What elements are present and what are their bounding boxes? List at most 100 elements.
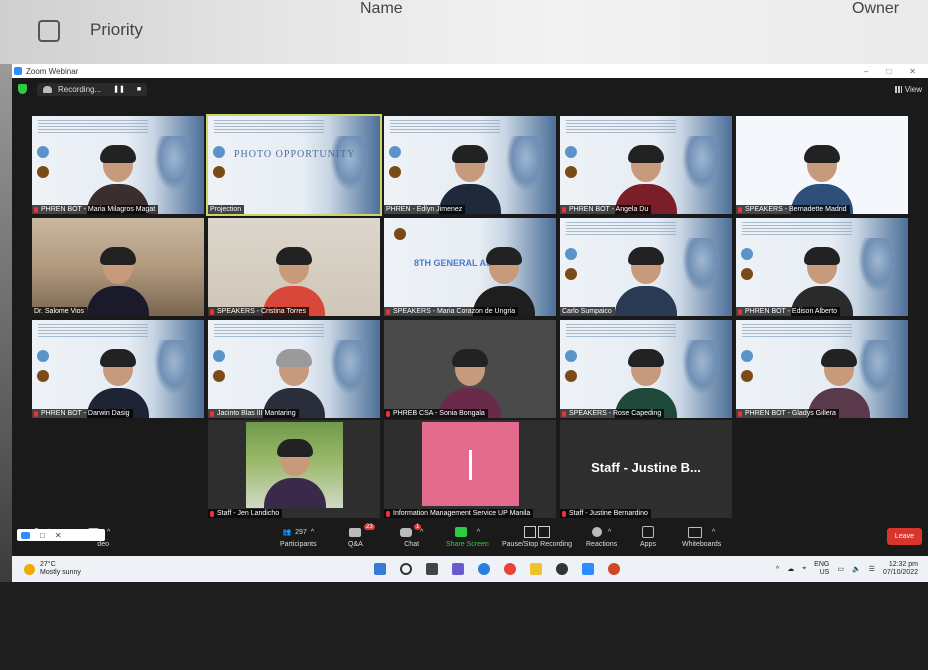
onedrive-icon[interactable]: ☁ — [787, 565, 794, 573]
qa-label: Q&A — [348, 541, 363, 548]
stop-icon — [538, 526, 551, 538]
participants-button[interactable]: 👥 297 ^ Participants — [280, 526, 317, 549]
window-title: Zoom Webinar — [26, 66, 79, 76]
background-edge — [0, 64, 12, 670]
view-button[interactable]: View — [894, 84, 922, 94]
windows-taskbar: 27°C Mostly sunny ^ ☁ ⌖ ENG US ▭ 🔈 ☰ 12:3… — [12, 556, 928, 582]
display-icon[interactable]: ▭ — [837, 565, 844, 573]
close-icon[interactable]: ✕ — [909, 67, 916, 76]
participant-name: Staff - Justine Bernardino — [560, 509, 651, 518]
video-tile[interactable]: Carlo Sumpaico — [560, 218, 732, 316]
chevron-up-icon: ^ — [712, 528, 716, 536]
reactions-button[interactable]: ^ Reactions — [586, 526, 617, 548]
cloud-record-icon — [43, 85, 52, 93]
owner-column-header: Owner — [852, 0, 900, 17]
muted-mic-icon — [738, 410, 742, 417]
maximize-icon[interactable]: □ — [886, 67, 891, 76]
video-tile[interactable]: Dr. Salome Vios — [32, 218, 204, 316]
video-tile[interactable]: PHREB CSA - Sonia Bongala — [384, 320, 556, 418]
video-tile[interactable]: Staff - Justine B... Staff - Justine Ber… — [560, 420, 732, 518]
chevron-up-icon: ^ — [107, 528, 111, 536]
chrome-icon[interactable] — [504, 563, 516, 575]
window-titlebar: Zoom Webinar – □ ✕ — [12, 64, 928, 78]
app-icon[interactable] — [556, 563, 568, 575]
video-tile[interactable]: Jacinto Blas III Mantaring — [208, 320, 380, 418]
powerpoint-icon[interactable] — [608, 563, 620, 575]
muted-mic-icon — [738, 308, 742, 315]
teams-icon[interactable] — [452, 563, 464, 575]
clock[interactable]: 12:32 pm 07/10/2022 — [883, 561, 918, 577]
location-icon[interactable]: ⌖ — [802, 565, 806, 573]
chevron-up-icon: ^ — [420, 528, 424, 536]
participants-count: 297 — [295, 528, 307, 536]
stop-recording-icon[interactable]: ■ — [137, 86, 141, 93]
minimized-video-window[interactable]: □ ✕ — [17, 529, 105, 541]
video-tile[interactable]: SPEAKERS - Cristina Torres — [208, 218, 380, 316]
video-tile[interactable]: SPEAKERS - Bernadette Madrid — [736, 116, 908, 214]
participant-name: PHREB CSA - Sonia Bongala — [384, 409, 488, 418]
reactions-label: Reactions — [586, 541, 618, 548]
qa-button[interactable]: 23 Q&A — [348, 524, 375, 548]
video-tile-active[interactable]: PHOTO OPPORTUNITY Projection — [206, 114, 382, 216]
participant-name: Carlo Sumpaico — [560, 307, 615, 316]
view-label: View — [904, 84, 922, 94]
video-tile[interactable]: PHREN BOT - Darwin Dasig — [32, 320, 204, 418]
minimize-icon[interactable]: – — [864, 67, 868, 76]
video-tile[interactable]: SPEAKERS - Rose Capeding — [560, 320, 732, 418]
video-label: deo — [97, 541, 109, 548]
language-indicator[interactable]: ENG US — [814, 561, 829, 577]
reactions-icon — [591, 527, 602, 537]
muted-mic-icon — [386, 410, 390, 417]
chat-button[interactable]: ^ 1 Chat — [400, 524, 424, 548]
chevron-up-icon[interactable]: ^ — [776, 566, 779, 573]
edge-icon[interactable] — [478, 563, 490, 575]
participant-name: SPEAKERS - Bernadette Madrid — [736, 205, 850, 214]
video-tile[interactable]: PHREN BOT - Maria Milagros Magat — [32, 116, 204, 214]
leave-button[interactable]: Leave — [886, 528, 922, 545]
whiteboards-button[interactable]: ^ Whiteboards — [682, 526, 721, 548]
muted-mic-icon — [34, 206, 38, 213]
muted-mic-icon — [562, 206, 566, 213]
zoom-icon[interactable] — [582, 563, 594, 575]
background-app: Priority Name Owner — [0, 0, 928, 64]
participant-name: Jacinto Blas III Mantaring — [208, 409, 299, 418]
network-icon[interactable]: ☰ — [869, 565, 875, 573]
video-tile[interactable]: PHREN BOT - Gladys Gillera — [736, 320, 908, 418]
video-tile[interactable]: Information Management Service UP Manila — [384, 420, 556, 518]
priority-label: Priority — [90, 20, 143, 39]
grid-view-icon — [894, 85, 902, 93]
qa-icon — [349, 527, 362, 537]
sun-icon — [24, 563, 35, 575]
pause-recording-icon[interactable]: ❚❚ — [113, 85, 125, 93]
task-view-icon[interactable] — [426, 563, 438, 575]
video-tile[interactable]: PHREN BOT - Edison Alberto — [736, 218, 908, 316]
share-screen-button[interactable]: ^ Share Screen — [446, 526, 489, 548]
participant-name: Staff - Jen Landicho — [208, 509, 283, 518]
video-tile[interactable]: 8TH GENERAL ASS SPEAKERS - Maria Corazon… — [384, 218, 556, 316]
pause-recording-label: Pause/Stop Recording — [502, 541, 573, 548]
windows-start-icon[interactable] — [374, 563, 386, 575]
participant-name: SPEAKERS - Maria Corazon de Ungria — [384, 307, 519, 316]
file-explorer-icon[interactable] — [530, 563, 542, 575]
recording-indicator: Recording... ❚❚ ■ — [37, 82, 148, 96]
pause-recording-button[interactable]: Pause/Stop Recording — [502, 526, 572, 548]
speaker-icon[interactable]: 🔈 — [852, 565, 861, 573]
video-tile[interactable]: PHREN BOT - Angela Du — [560, 116, 732, 214]
muted-mic-icon — [210, 410, 214, 417]
weather-widget[interactable]: 27°C Mostly sunny — [12, 561, 324, 577]
participant-name: PHREN BOT - Darwin Dasig — [32, 409, 133, 418]
video-tile[interactable]: PHREN - Edlyn Jimenez — [384, 116, 556, 214]
muted-mic-icon — [562, 510, 566, 517]
participants-label: Participants — [280, 541, 317, 548]
video-tile[interactable]: Staff - Jen Landicho — [208, 420, 380, 518]
taskbar-apps — [374, 563, 620, 575]
security-shield-icon[interactable] — [18, 84, 27, 94]
meeting-toolbar: ^ ^ deo □ ✕ 👥297^ Participants 23 Q&A ^ … — [12, 520, 928, 556]
name-column-header: Name — [360, 0, 403, 17]
apps-button[interactable]: Apps — [640, 526, 656, 548]
zoom-video-icon — [21, 531, 30, 539]
chevron-up-icon: ^ — [310, 528, 315, 536]
zoom-window: Zoom Webinar – □ ✕ Recording... ❚❚ ■ Vie… — [12, 64, 928, 556]
system-tray: ^ ☁ ⌖ ENG US ▭ 🔈 ☰ 12:32 pm 07/10/2022 — [776, 561, 928, 577]
search-icon[interactable] — [400, 563, 412, 575]
